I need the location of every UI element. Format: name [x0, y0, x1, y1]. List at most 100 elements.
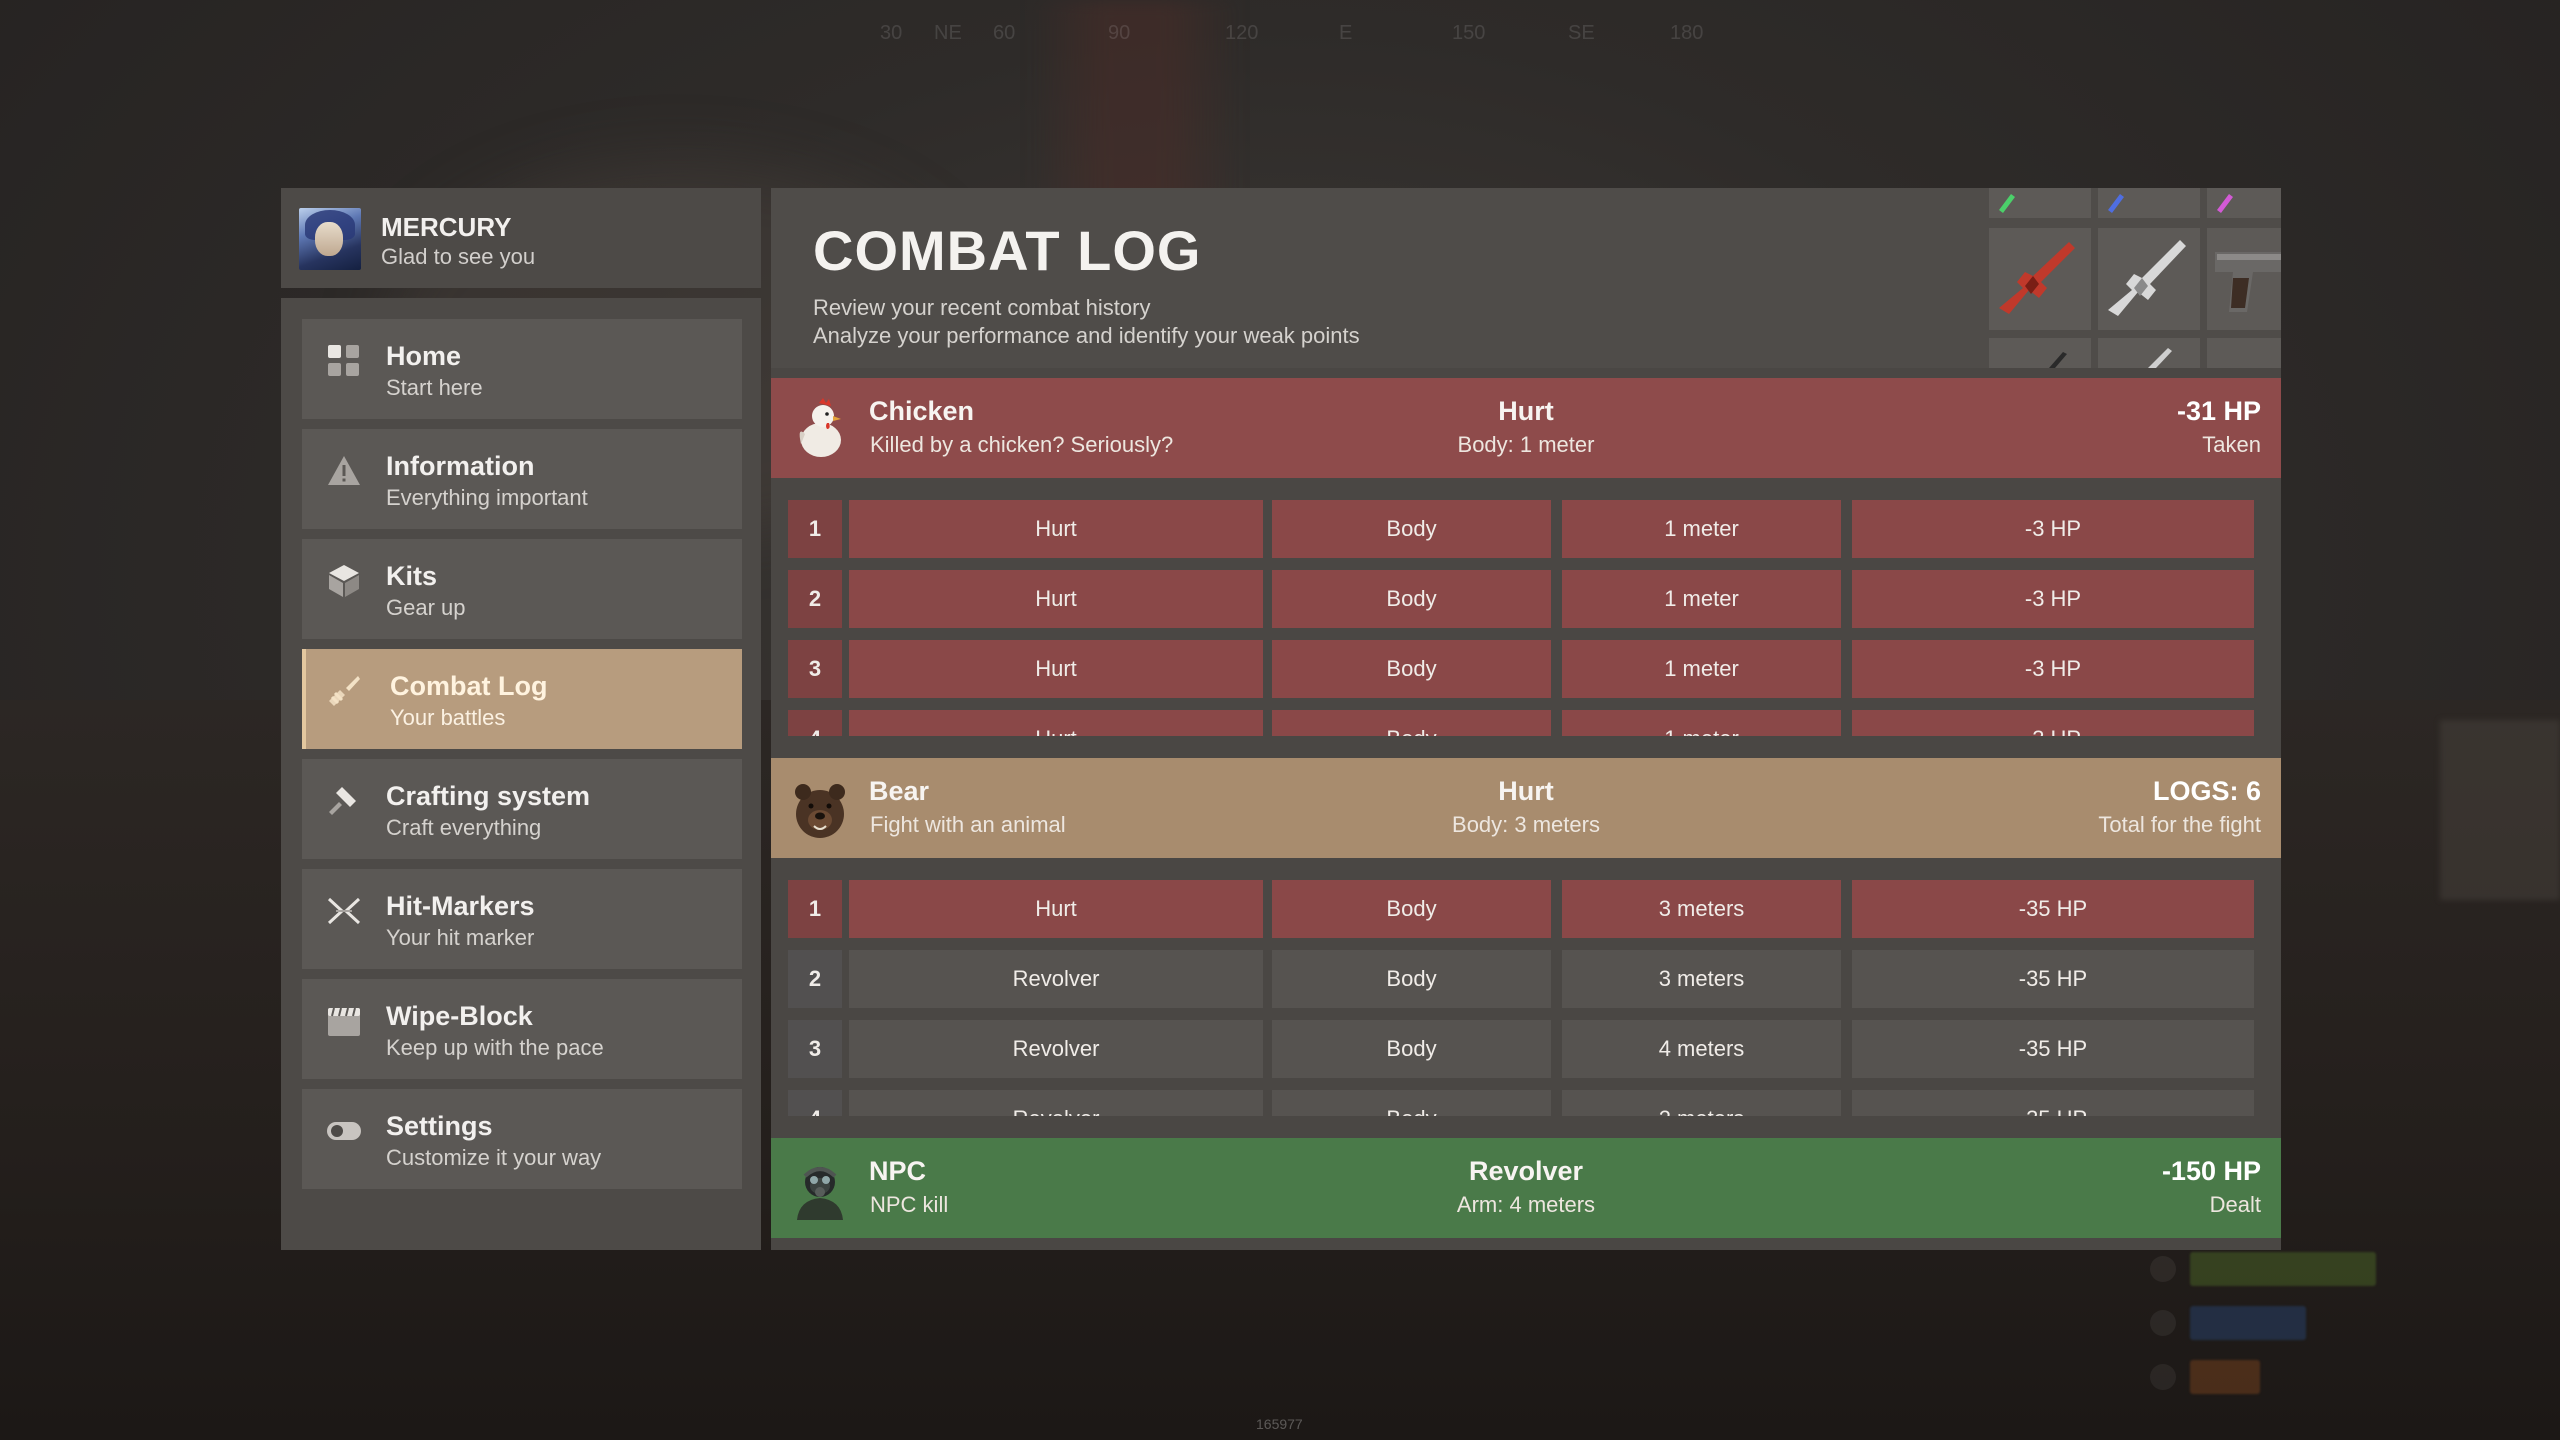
- sidebar-item-sub: Your hit marker: [386, 925, 535, 950]
- calendar-icon: [328, 1007, 360, 1036]
- skin-slot[interactable]: [2207, 338, 2281, 368]
- entry-description: Killed by a chicken? Seriously?: [870, 432, 1174, 457]
- skin-slot[interactable]: [2098, 188, 2200, 218]
- sword-icon: [329, 676, 360, 706]
- row-part: Body: [1272, 710, 1551, 736]
- entry-name: Chicken: [869, 396, 975, 426]
- compass-mark: SE: [1568, 22, 1595, 44]
- sidebar-item-information[interactable]: Information Everything important: [302, 429, 742, 529]
- sidebar-item-sub: Everything important: [386, 485, 588, 510]
- entry-type: Revolver: [1468, 1156, 1584, 1186]
- row-part: Body: [1272, 1020, 1551, 1078]
- box-icon: [329, 565, 359, 597]
- food-stat-icon: [2150, 1364, 2176, 1390]
- warning-icon: [328, 456, 360, 485]
- combat-entry-header[interactable]: Chicken Killed by a chicken? Seriously? …: [771, 378, 2281, 478]
- row-index: 3: [788, 1020, 842, 1078]
- compass-mark: 90: [1108, 22, 1131, 44]
- page-description-line: Analyze your performance and identify yo…: [813, 323, 1360, 348]
- sidebar: Home Start here Information Everything i…: [281, 298, 761, 1250]
- row-part: Body: [1272, 880, 1551, 938]
- water-stat-icon: [2150, 1310, 2176, 1336]
- row-distance: 2 meters: [1562, 1090, 1841, 1116]
- entry-value: -150 HP: [2161, 1156, 2261, 1186]
- row-action: Hurt: [849, 710, 1263, 736]
- combat-entry-rows-clip: 4 Hurt Body 1 meter -3 HP: [771, 478, 2281, 736]
- health-stat-icon: [2150, 1256, 2176, 1282]
- skin-slot-ak-red[interactable]: [1989, 228, 2091, 330]
- sidebar-item-label: Hit-Markers: [386, 891, 535, 921]
- sidebar-item-sub: Keep up with the pace: [386, 1035, 604, 1060]
- sidebar-item-label: Crafting system: [386, 781, 591, 811]
- avatar: [299, 208, 361, 270]
- page-title: COMBAT LOG: [813, 219, 1202, 282]
- combat-log-panel: COMBAT LOG Review your recent combat his…: [771, 188, 2281, 1250]
- skin-slot[interactable]: [2207, 188, 2281, 218]
- compass-mark: 60: [993, 22, 1016, 44]
- row-part: Body: [1272, 1090, 1551, 1116]
- compass-mark: 150: [1452, 22, 1486, 44]
- skin-slot-pistol[interactable]: [2207, 228, 2281, 330]
- row-index: 1: [788, 880, 842, 938]
- row-action: Revolver: [849, 1090, 1263, 1116]
- sidebar-item-sub: Your battles: [390, 705, 506, 730]
- combat-entry-rows: 1 Hurt Body 3 meters -35 HP 2 Revolver B…: [771, 858, 2281, 1116]
- crossed-swords-icon: [327, 897, 361, 925]
- row-distance: 4 meters: [1562, 1020, 1841, 1078]
- row-action: Revolver: [849, 1020, 1263, 1078]
- page-description: Review your recent combat history Analyz…: [813, 294, 1360, 350]
- page-header: COMBAT LOG Review your recent combat his…: [771, 188, 2281, 368]
- sidebar-item-home[interactable]: Home Start here: [302, 319, 742, 419]
- toggle-icon: [327, 1122, 361, 1140]
- row-hp: -35 HP: [1852, 1020, 2254, 1078]
- skin-slot[interactable]: [1989, 338, 2091, 368]
- entry-name: NPC: [869, 1156, 927, 1186]
- row-part: Body: [1272, 950, 1551, 1008]
- sidebar-item-kits[interactable]: Kits Gear up: [302, 539, 742, 639]
- skin-slot[interactable]: [1989, 188, 2091, 218]
- row-action: Revolver: [849, 950, 1263, 1008]
- combat-entry-header[interactable]: Bear Fight with an animal Hurt Body: 3 m…: [771, 758, 2281, 858]
- table-row: 4 Revolver Body 2 meters -35 HP: [788, 1090, 2264, 1116]
- entry-detail: Body: 1 meter: [1457, 432, 1595, 457]
- sidebar-item-sub: Customize it your way: [386, 1145, 602, 1170]
- wall-silhouette: [2440, 720, 2560, 900]
- entry-type: Hurt: [1498, 396, 1554, 426]
- row-hp: -35 HP: [1852, 1090, 2254, 1116]
- water-stat-bar: [2190, 1306, 2306, 1340]
- sidebar-item-crafting[interactable]: Crafting system Craft everything: [302, 759, 742, 859]
- entry-description: Fight with an animal: [870, 812, 1066, 837]
- sidebar-item-combat-log[interactable]: Combat Log Your battles: [302, 649, 742, 749]
- table-row: 4 Hurt Body 1 meter -3 HP: [788, 710, 2264, 736]
- entry-detail: Body: 3 meters: [1452, 812, 1600, 837]
- sidebar-item-label: Combat Log: [390, 671, 548, 701]
- food-stat-bar: [2190, 1360, 2260, 1394]
- sidebar-item-label: Kits: [386, 561, 438, 591]
- table-row: 3 Revolver Body 4 meters -35 HP: [788, 1020, 2264, 1078]
- entry-name: Bear: [869, 776, 930, 806]
- profile-card: MERCURY Glad to see you: [281, 188, 761, 288]
- pistol-icon: [2215, 252, 2281, 312]
- compass-mark: 180: [1670, 22, 1704, 44]
- row-action: Hurt: [849, 880, 1263, 938]
- compass-mark: 120: [1225, 22, 1259, 44]
- rifle-icon: [2108, 240, 2186, 316]
- sidebar-item-hit-markers[interactable]: Hit-Markers Your hit marker: [302, 869, 742, 969]
- entry-detail: Arm: 4 meters: [1456, 1192, 1596, 1217]
- sidebar-item-label: Information: [386, 451, 535, 481]
- sidebar-item-wipe-block[interactable]: Wipe-Block Keep up with the pace: [302, 979, 742, 1079]
- sidebar-item-sub: Gear up: [386, 595, 466, 620]
- table-row: 2 Revolver Body 3 meters -35 HP: [788, 950, 2264, 1008]
- row-index: 2: [788, 950, 842, 1008]
- compass-bar: 30 NE 60 90 120 E 150 SE 180: [0, 22, 2560, 52]
- bear-icon: [795, 784, 845, 838]
- combat-entry-header[interactable]: NPC NPC kill Revolver Arm: 4 meters -150…: [771, 1138, 2281, 1238]
- sidebar-item-settings[interactable]: Settings Customize it your way: [302, 1089, 742, 1189]
- skin-slot-ak-white[interactable]: [2098, 228, 2200, 330]
- rifle-icon: [1999, 242, 2075, 314]
- skin-slot[interactable]: [2098, 338, 2200, 368]
- hammer-icon: [329, 787, 356, 815]
- compass-mark: 30: [880, 22, 903, 44]
- row-distance: 1 meter: [1562, 710, 1841, 736]
- entry-value-sub: Dealt: [2209, 1192, 2261, 1217]
